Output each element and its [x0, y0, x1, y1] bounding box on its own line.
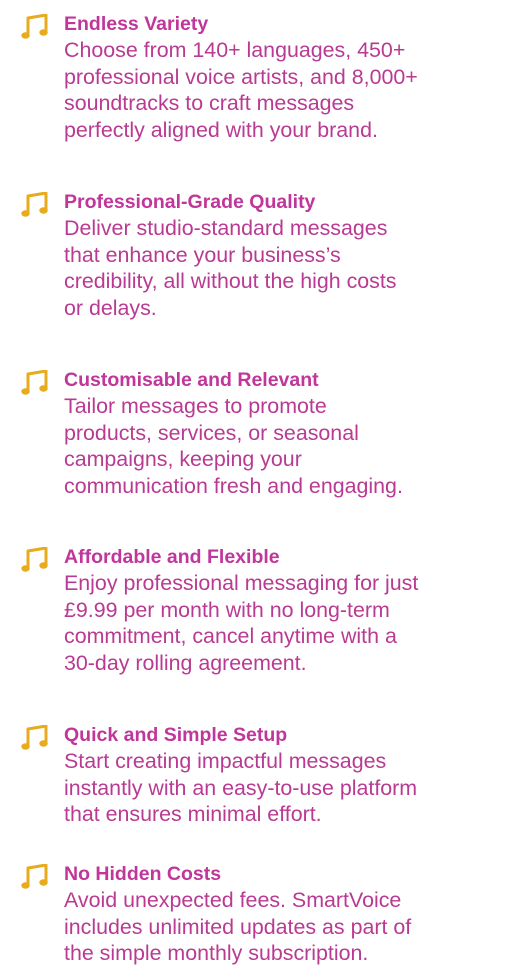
music-note-icon [20, 14, 50, 40]
music-note-icon [20, 370, 50, 396]
feature-description: Avoid unexpected fees. SmartVoice includ… [64, 888, 412, 966]
feature-title: No Hidden Costs [64, 863, 222, 885]
feature-description: Tailor messages to promote products, ser… [64, 394, 403, 498]
feature-description: Start creating impactful messages instan… [64, 749, 418, 827]
music-note-icon [20, 864, 50, 890]
feature-title: Customisable and Relevant [64, 369, 319, 391]
music-note-icon [20, 547, 50, 573]
feature-title: Affordable and Flexible [64, 546, 280, 568]
feature-description: Enjoy professional messaging for just £9… [64, 571, 419, 675]
feature-description: Choose from 140+ languages, 450+ profess… [64, 38, 418, 142]
feature-title: Professional-Grade Quality [64, 191, 316, 213]
music-note-icon [20, 725, 50, 751]
feature-title: Endless Variety [64, 13, 209, 35]
feature-title: Quick and Simple Setup [64, 724, 288, 746]
music-note-icon [20, 192, 50, 218]
feature-description: Deliver studio-standard messages that en… [64, 216, 397, 320]
